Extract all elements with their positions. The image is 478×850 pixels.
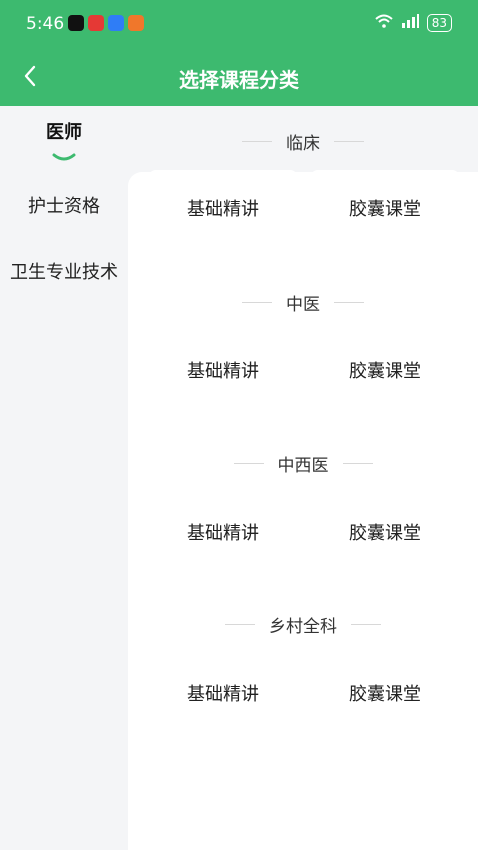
course-card[interactable]: 基础精讲 <box>148 332 298 408</box>
page-title: 选择课程分类 <box>179 68 299 92</box>
header: 5:46 83 选择课程分类 <box>0 0 478 106</box>
divider <box>351 623 381 625</box>
section-title-text: 临床 <box>286 133 320 154</box>
app-icon-blue <box>108 15 124 31</box>
course-card-label: 胶囊课堂 <box>349 523 421 544</box>
sidebar-item-nurse[interactable]: 护士资格 <box>0 174 128 236</box>
sidebar-item-label: 卫生专业技术 <box>10 262 118 283</box>
notification-icons <box>68 15 144 31</box>
wifi-icon <box>375 14 393 32</box>
section-title: 中西医 <box>128 448 478 478</box>
section-title: 乡村全科 <box>128 609 478 639</box>
course-card-label: 胶囊课堂 <box>349 361 421 382</box>
course-card-label: 胶囊课堂 <box>349 684 421 705</box>
tiktok-icon <box>68 15 84 31</box>
course-card[interactable]: 基础精讲 <box>148 494 298 570</box>
course-card[interactable]: 基础精讲 <box>148 655 298 731</box>
status-right: 83 <box>375 14 452 32</box>
divider <box>334 140 364 142</box>
divider <box>242 301 272 303</box>
course-card[interactable]: 胶囊课堂 <box>310 494 460 570</box>
divider <box>233 462 264 464</box>
nav-bar: 选择课程分类 <box>0 50 478 106</box>
app-icon-red <box>88 15 104 31</box>
course-card-label: 基础精讲 <box>187 361 259 382</box>
course-card[interactable]: 胶囊课堂 <box>310 332 460 408</box>
section-title-text: 乡村全科 <box>269 616 337 637</box>
sidebar-item-physician[interactable]: 医师 <box>0 106 128 168</box>
sidebar-item-label: 护士资格 <box>28 196 100 217</box>
status-time: 5:46 <box>26 14 65 34</box>
app-icon-orange <box>128 15 144 31</box>
divider <box>242 140 272 142</box>
course-card-label: 基础精讲 <box>187 523 259 544</box>
signal-icon <box>401 14 419 32</box>
section-title-text: 中医 <box>286 294 320 315</box>
status-bar: 5:46 83 <box>0 0 478 50</box>
sidebar: 医师 护士资格 卫生专业技术 <box>0 106 128 850</box>
divider <box>334 301 364 303</box>
course-card-label: 胶囊课堂 <box>349 199 421 220</box>
section-title-text: 中西医 <box>277 455 329 476</box>
divider <box>342 462 373 464</box>
section-title: 临床 <box>128 126 478 156</box>
battery-icon: 83 <box>426 14 452 32</box>
course-card[interactable]: 胶囊课堂 <box>310 655 460 731</box>
divider <box>225 623 255 625</box>
course-card[interactable]: 基础精讲 <box>148 170 298 246</box>
course-card-label: 基础精讲 <box>187 199 259 220</box>
sidebar-item-label: 医师 <box>46 122 82 143</box>
course-card[interactable]: 胶囊课堂 <box>310 170 460 246</box>
course-card-label: 基础精讲 <box>187 684 259 705</box>
active-indicator-icon <box>52 146 76 161</box>
sidebar-item-health-tech[interactable]: 卫生专业技术 <box>0 240 128 302</box>
section-title: 中医 <box>128 287 478 317</box>
